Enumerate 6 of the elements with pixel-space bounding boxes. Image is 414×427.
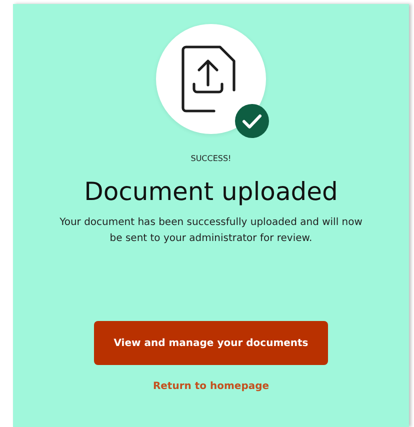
- message: Your document has been successfully uploaded and will now be sent to your administrator for review.: [58, 216, 364, 246]
- status-label: SUCCESS!: [190, 154, 232, 163]
- homepage-link[interactable]: Return to homepage: [152, 381, 270, 392]
- view-documents-button[interactable]: View and manage your documents: [94, 321, 328, 365]
- title: Document uploaded: [84, 177, 338, 206]
- document-upload-icon: [180, 45, 238, 113]
